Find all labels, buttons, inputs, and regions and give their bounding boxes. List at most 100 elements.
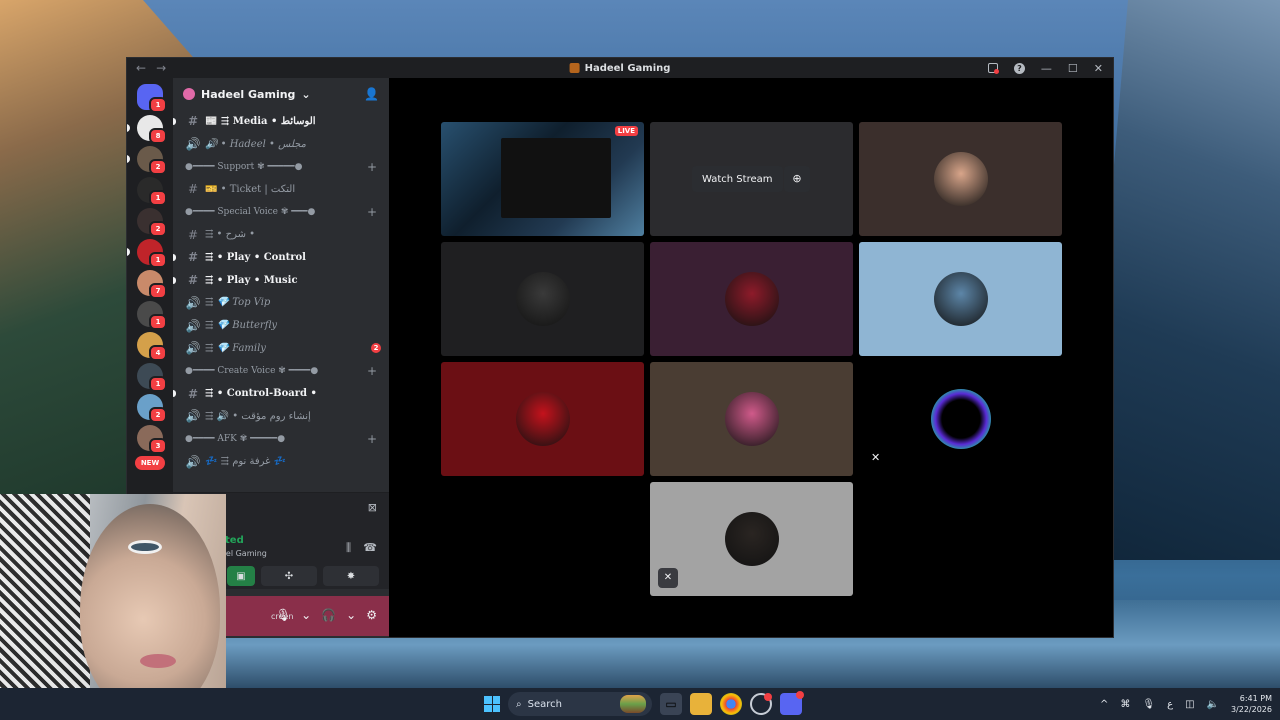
voice-channel[interactable]: 🔊 🔊 • Hadeel • مجلس (173, 133, 389, 156)
voice-channel[interactable]: 🔊 ⇶ 💎 Family 2 (173, 337, 389, 360)
camera-button[interactable]: ▣ (227, 566, 255, 586)
channel-list: # 📰 ⇶ Media • الوسائط 🔊 🔊 • Hadeel • مجلس ●━… (173, 110, 389, 473)
headphones-icon[interactable]: 🎧 (321, 608, 336, 622)
network-icon[interactable]: ⌘ (1120, 699, 1130, 710)
disconnect-icon[interactable]: ☎ (363, 541, 377, 554)
eye (128, 540, 162, 554)
voice-channel[interactable]: 🔊 ⇶ 💎 Butterfly (173, 314, 389, 337)
stream-preview-tile[interactable]: LIVE (441, 122, 644, 236)
unread-indicator (127, 155, 130, 163)
volume-icon[interactable]: 🔈 (1207, 699, 1219, 710)
back-arrow-icon[interactable]: ← (136, 61, 146, 75)
microphone-icon[interactable]: 🎙 (276, 608, 291, 622)
participant-avatar (933, 272, 988, 326)
add-stream-icon[interactable]: ⊕ (784, 166, 810, 192)
channel-category[interactable]: ●━━━━ Support ✾ ━━━━━● + (173, 155, 389, 178)
activity-button[interactable]: ✣ (261, 566, 317, 586)
text-channel[interactable]: # 🎫 • Ticket | التكت (173, 178, 389, 201)
guild-header[interactable]: Hadeel Gaming ⌄ 👤 (173, 78, 389, 110)
channel-category[interactable]: ●━━━━ Special Voice ✾ ━━━● + (173, 201, 389, 224)
settings-gear-icon[interactable]: ⚙ (366, 608, 377, 622)
add-channel-icon[interactable]: + (367, 432, 377, 446)
participant-tile[interactable]: ✕ (859, 362, 1062, 476)
text-channel[interactable]: # ⇶ • Play • Control (173, 246, 389, 269)
new-badge[interactable]: NEW (134, 456, 166, 470)
server-icon[interactable]: 7 (137, 270, 167, 299)
participant-tile[interactable]: ✕ (650, 482, 853, 596)
server-icon[interactable]: 3 (137, 425, 167, 454)
voice-channel[interactable]: 🔊 ⇶ 🔊 • إنشاء روم مؤقت (173, 405, 389, 428)
server-icon[interactable]: 1 (127, 239, 167, 268)
invite-people-icon[interactable]: 👤 (364, 87, 379, 101)
discord-window: ← → Hadeel Gaming ? — ☐ ✕ 1 8 2 1 2 1 7 1 4 1 2 3 NE… (126, 57, 1114, 638)
add-channel-icon[interactable]: + (367, 160, 377, 174)
server-icon[interactable]: 2 (137, 394, 167, 423)
close-button[interactable]: ✕ (1094, 62, 1103, 75)
server-icon[interactable]: 1 (137, 363, 167, 392)
server-icon[interactable]: 4 (137, 332, 167, 361)
chrome-icon[interactable] (720, 693, 742, 715)
voice-stage-grid: LIVE Watch Stream ⊕ ✕ ✕ (389, 78, 1113, 637)
microphone-tray-icon[interactable]: 🎙 (1142, 699, 1155, 710)
participant-tile[interactable] (650, 242, 853, 356)
watch-stream-tile[interactable]: Watch Stream ⊕ (650, 122, 853, 236)
guild-icon (183, 88, 195, 100)
voice-status: ted (225, 535, 244, 546)
add-channel-icon[interactable]: + (367, 364, 377, 378)
help-icon[interactable]: ? (1013, 62, 1025, 74)
watch-stream-button[interactable]: Watch Stream (692, 166, 783, 192)
channel-category[interactable]: ●━━━━ AFK ✾ ━━━━━● + (173, 428, 389, 451)
participant-avatar (515, 392, 570, 446)
app-icon[interactable] (750, 693, 772, 715)
server-icon (569, 63, 580, 73)
windows-start-icon[interactable] (484, 696, 500, 712)
face (80, 504, 220, 714)
server-icon[interactable]: 1 (137, 301, 167, 330)
forward-arrow-icon[interactable]: → (156, 61, 166, 75)
channel-name: 🔊 • Hadeel • مجلس (205, 138, 306, 150)
text-channel[interactable]: # ⇶ • شرح • (173, 223, 389, 246)
text-channel[interactable]: # ⇶ • Control-Board • (173, 382, 389, 405)
server-icon[interactable]: 1 (137, 177, 167, 206)
language-indicator[interactable]: ع (1167, 699, 1173, 710)
discord-home-icon[interactable]: 1 (137, 84, 167, 113)
participant-tile[interactable] (859, 242, 1062, 356)
category-name: ●━━━━ Support ✾ ━━━━━● (185, 161, 303, 172)
wifi-icon[interactable]: ◫ (1185, 699, 1194, 710)
chevron-down-icon: ⌄ (301, 87, 311, 101)
task-view-icon[interactable]: ▭ (660, 693, 682, 715)
text-channel[interactable]: # 📰 ⇶ Media • الوسائط (173, 110, 389, 133)
participant-tile[interactable] (859, 122, 1062, 236)
soundboard-button[interactable]: ✸ (323, 566, 379, 586)
server-icon[interactable]: 2 (127, 146, 167, 175)
close-panel-icon[interactable]: ⊠ (368, 501, 377, 514)
channel-name: ⇶ 🔊 • إنشاء روم مؤقت (205, 410, 311, 422)
file-explorer-icon[interactable] (690, 693, 712, 715)
server-icon[interactable]: 2 (137, 208, 167, 237)
windows-taskbar: ⌕ Search ▭ ^ ⌘ 🎙 ع ◫ 🔈 6:41 PM 3/22/2026 (0, 688, 1280, 720)
clock[interactable]: 6:41 PM 3/22/2026 (1231, 693, 1272, 715)
text-channel[interactable]: # ⇶ • Play • Music (173, 269, 389, 292)
participant-avatar (724, 512, 779, 566)
voice-channel[interactable]: 🔊 💤 ⇶ غرفة نوم 💤 (173, 450, 389, 473)
participant-avatar (724, 272, 779, 326)
inbox-icon[interactable] (987, 63, 999, 74)
participant-tile[interactable] (441, 362, 644, 476)
chevron-down-icon[interactable]: ⌄ (301, 608, 311, 622)
chevron-down-icon[interactable]: ⌄ (346, 608, 356, 622)
channel-category[interactable]: ●━━━━ Create Voice ✾ ━━━━● + (173, 360, 389, 383)
add-channel-icon[interactable]: + (367, 205, 377, 219)
noise-suppression-icon[interactable]: ⫼ (346, 541, 351, 555)
mention-badge: 1 (149, 252, 167, 268)
maximize-button[interactable]: ☐ (1068, 62, 1078, 75)
discord-taskbar-icon[interactable] (780, 691, 804, 715)
voice-channel[interactable]: 🔊 ⇶ 💎 Top Vip (173, 292, 389, 315)
minimize-button[interactable]: — (1041, 62, 1052, 75)
participant-tile[interactable] (650, 362, 853, 476)
clock-date: 3/22/2026 (1230, 705, 1272, 714)
chevron-up-icon[interactable]: ^ (1100, 699, 1108, 710)
participant-tile[interactable] (441, 242, 644, 356)
taskbar-search[interactable]: ⌕ Search (508, 692, 652, 716)
window-title: Hadeel Gaming (569, 63, 670, 74)
server-icon[interactable]: 8 (127, 115, 167, 144)
